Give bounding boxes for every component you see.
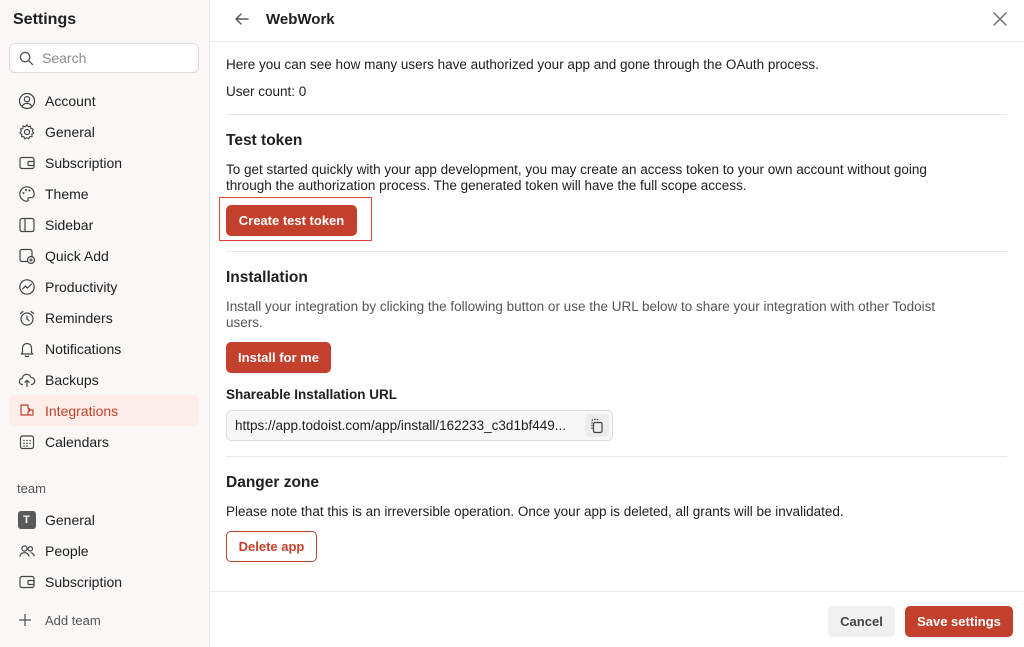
productivity-icon xyxy=(17,277,36,296)
sidebar-item-label: Notifications xyxy=(45,340,122,357)
wallet-icon xyxy=(17,572,36,591)
team-badge: T xyxy=(17,510,36,529)
sidebar-item-team-general[interactable]: T General xyxy=(9,504,199,535)
save-settings-button[interactable]: Save settings xyxy=(905,606,1013,637)
installation-url[interactable]: https://app.todoist.com/app/install/1622… xyxy=(227,418,577,433)
sidebar-item-productivity[interactable]: Productivity xyxy=(9,271,199,302)
quick-add-icon xyxy=(17,246,36,265)
install-for-me-button[interactable]: Install for me xyxy=(226,342,331,373)
sidebar-item-label: Subscription xyxy=(45,573,123,590)
plus-icon xyxy=(19,614,31,626)
palette-icon xyxy=(17,184,36,203)
sidebar-item-account[interactable]: Account xyxy=(9,85,199,116)
wallet-icon xyxy=(17,153,36,172)
sidebar-item-label: Subscription xyxy=(45,154,123,171)
installation-heading: Installation xyxy=(226,269,308,286)
sidebar-item-label: Productivity xyxy=(45,278,118,295)
sidebar-item-backups[interactable]: Backups xyxy=(9,364,199,395)
sidebar-item-team-people[interactable]: People xyxy=(9,535,199,566)
sidebar-icon xyxy=(17,215,36,234)
create-test-token-button[interactable]: Create test token xyxy=(226,205,357,236)
sidebar-title: Settings xyxy=(13,11,77,28)
divider xyxy=(226,114,1007,115)
sidebar-item-label: General xyxy=(45,123,95,140)
team-nav: T General People Subscription xyxy=(9,504,199,597)
panel-header: WebWork xyxy=(210,0,1024,42)
cancel-button[interactable]: Cancel xyxy=(828,606,895,637)
delete-app-button[interactable]: Delete app xyxy=(226,531,317,562)
main-panel: WebWork Here you can see how many users … xyxy=(210,0,1024,647)
sidebar-item-integrations[interactable]: Integrations xyxy=(9,395,199,426)
divider xyxy=(226,456,1007,457)
back-arrow-icon[interactable] xyxy=(232,9,252,29)
test-token-description-line2: through the authorization process. The g… xyxy=(226,178,747,193)
sidebar-item-label: General xyxy=(45,511,95,528)
close-icon[interactable] xyxy=(991,10,1009,28)
copy-icon xyxy=(591,418,603,433)
sidebar-item-reminders[interactable]: Reminders xyxy=(9,302,199,333)
oauth-description: Here you can see how many users have aut… xyxy=(226,57,819,72)
cloud-upload-icon xyxy=(17,370,36,389)
integrations-icon xyxy=(17,401,36,420)
sidebar-item-label: Integrations xyxy=(45,402,119,419)
sidebar-item-theme[interactable]: Theme xyxy=(9,178,199,209)
settings-nav: Account General Subscription Theme Sideb… xyxy=(9,85,199,457)
divider xyxy=(226,251,1007,252)
search-input[interactable] xyxy=(42,50,192,66)
account-icon xyxy=(17,91,36,110)
sidebar-item-label: Quick Add xyxy=(45,247,109,264)
sidebar-item-general[interactable]: General xyxy=(9,116,199,147)
user-count: User count: 0 xyxy=(226,84,307,99)
installation-description-line1: Install your integration by clicking the… xyxy=(226,299,936,314)
search-box[interactable] xyxy=(9,43,199,73)
panel-footer: Cancel Save settings xyxy=(210,591,1024,647)
installation-description-line2: users. xyxy=(226,315,263,330)
sidebar-item-sidebar[interactable]: Sidebar xyxy=(9,209,199,240)
sidebar-item-label: Backups xyxy=(45,371,99,388)
url-label: Shareable Installation URL xyxy=(226,387,398,402)
settings-sidebar: Settings Account General Subscription Th… xyxy=(0,0,210,647)
sidebar-item-notifications[interactable]: Notifications xyxy=(9,333,199,364)
add-team-label: Add team xyxy=(45,612,101,628)
calendar-icon xyxy=(17,432,36,451)
sidebar-item-team-subscription[interactable]: Subscription xyxy=(9,566,199,597)
danger-zone-description: Please note that this is an irreversible… xyxy=(226,504,844,519)
page-title: WebWork xyxy=(266,11,335,28)
sidebar-item-label: Theme xyxy=(45,185,89,202)
sidebar-item-label: People xyxy=(45,542,89,559)
team-section-label: team xyxy=(17,481,46,496)
bell-icon xyxy=(17,339,36,358)
sidebar-item-label: Sidebar xyxy=(45,216,94,233)
sidebar-item-label: Calendars xyxy=(45,433,109,450)
test-token-description-line1: To get started quickly with your app dev… xyxy=(226,162,927,177)
sidebar-item-calendars[interactable]: Calendars xyxy=(9,426,199,457)
test-token-heading: Test token xyxy=(226,132,303,149)
people-icon xyxy=(17,541,36,560)
sidebar-item-quick-add[interactable]: Quick Add xyxy=(9,240,199,271)
sidebar-item-subscription[interactable]: Subscription xyxy=(9,147,199,178)
gear-icon xyxy=(17,122,36,141)
search-icon xyxy=(19,51,34,65)
team-badge-icon: T xyxy=(17,510,36,529)
sidebar-item-label: Reminders xyxy=(45,309,113,326)
installation-url-field[interactable]: https://app.todoist.com/app/install/1622… xyxy=(226,410,613,441)
sidebar-item-label: Account xyxy=(45,92,96,109)
add-team-button[interactable]: Add team xyxy=(17,612,101,628)
alarm-icon xyxy=(17,308,36,327)
copy-button[interactable] xyxy=(585,414,609,437)
danger-zone-heading: Danger zone xyxy=(226,474,320,491)
